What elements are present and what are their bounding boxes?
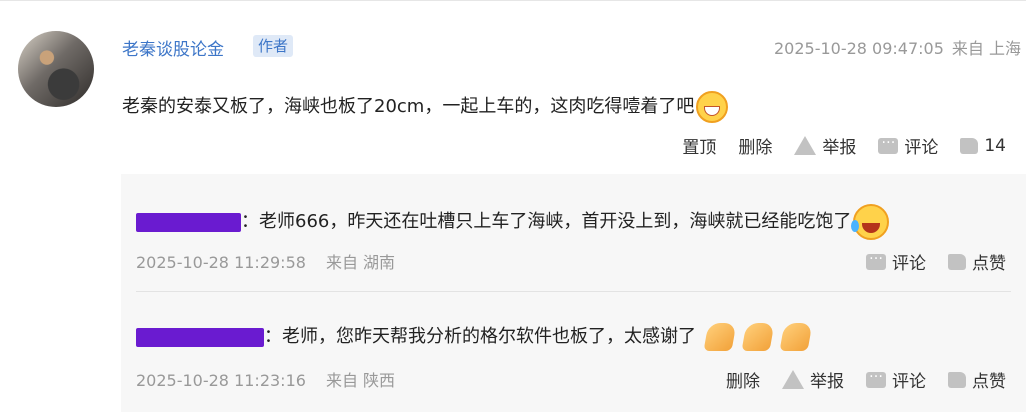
reply-body: ：老师，您昨天帮我分析的格尔软件也板了，太感谢了 [264,326,696,347]
reply-text: ：老师，您昨天帮我分析的格尔软件也板了，太感谢了 [136,322,813,351]
clap-emoji [703,323,737,351]
report-label: 举报 [810,372,844,392]
report-button[interactable]: 举报 [794,133,856,158]
redacted-username[interactable] [136,327,264,347]
clap-emoji [779,323,813,351]
reply-timestamp: 2025-10-28 11:23:16 [136,371,306,390]
like-label: 点赞 [972,254,1006,274]
comment-label: 评论 [904,138,939,158]
reply-actions: 评论 点赞 [866,247,1006,274]
author-badge: 作者 [253,35,294,57]
clap-emoji [741,323,775,351]
post-text: 老秦的安泰又板了，海峡也板了20cm，一起上车的，这肉吃得噎着了吧 [122,91,729,123]
reply-meta: 2025-10-28 11:23:16 来自 陕西 [136,367,395,391]
thumbs-up-icon [948,371,966,388]
like-button[interactable]: 点赞 [948,249,1006,274]
like-button[interactable]: 点赞 [948,367,1006,392]
reply-location: 来自 湖南 [325,253,396,272]
grin-emoji [696,91,729,123]
author-name[interactable]: 老秦谈股论金 [122,35,224,60]
avatar[interactable] [18,31,94,107]
reply-list: ：老师666，昨天还在吐槽只上车了海峡，首开没上到，海峡就已经能吃饱了 2025… [121,174,1026,412]
reply-timestamp: 2025-10-28 11:29:58 [136,253,306,272]
like-label: 点赞 [972,372,1006,392]
redacted-username[interactable] [136,212,241,232]
comment-label: 评论 [892,372,926,392]
comment-label: 评论 [892,254,926,274]
post-location: 来自 上海 [951,39,1021,58]
delete-button[interactable]: 删除 [726,367,760,392]
delete-label: 删除 [738,138,773,158]
post-body: 老秦的安泰又板了，海峡也板了20cm，一起上车的，这肉吃得噎着了吧 [122,96,695,117]
reply-meta: 2025-10-28 11:29:58 来自 湖南 [136,249,395,273]
warning-icon [782,370,804,389]
comment-button[interactable]: 评论 [878,131,939,158]
comment-button[interactable]: 评论 [866,365,926,392]
comment-icon [878,131,899,154]
delete-button[interactable]: 删除 [738,133,772,158]
delete-label: 删除 [726,372,760,392]
like-count: 14 [984,135,1006,156]
post-timestamp: 2025-10-28 09:47:05 [773,39,944,58]
report-label: 举报 [822,138,857,158]
pin-label: 置顶 [682,138,717,158]
comment-icon [866,247,886,270]
laugh-tears-emoji [851,204,890,240]
top-border [0,0,1026,1]
pin-button[interactable]: 置顶 [682,133,716,158]
report-button[interactable]: 举报 [782,367,844,392]
post-meta: 2025-10-28 09:47:05 来自 上海 [766,35,1021,59]
reply-item: ：老师，您昨天帮我分析的格尔软件也板了，太感谢了 2025-10-28 11:2… [136,292,1011,412]
warning-icon [794,136,817,155]
reply-body: ：老师666，昨天还在吐槽只上车了海峡，首开没上到，海峡就已经能吃饱了 [241,211,852,232]
reply-item: ：老师666，昨天还在吐槽只上车了海峡，首开没上到，海峡就已经能吃饱了 2025… [136,174,1011,291]
comment-icon [866,365,886,388]
thumbs-up-icon [948,253,966,270]
reply-text: ：老师666，昨天还在吐槽只上车了海峡，首开没上到，海峡就已经能吃饱了 [136,204,890,240]
reply-location: 来自 陕西 [325,371,396,390]
reply-actions: 删除 举报 评论 点赞 [726,365,1006,393]
like-button[interactable]: 14 [960,136,1006,156]
comment-button[interactable]: 评论 [866,247,926,274]
thumbs-up-icon [960,137,979,154]
post-actions: 置顶 删除 举报 评论 14 [682,131,1006,159]
